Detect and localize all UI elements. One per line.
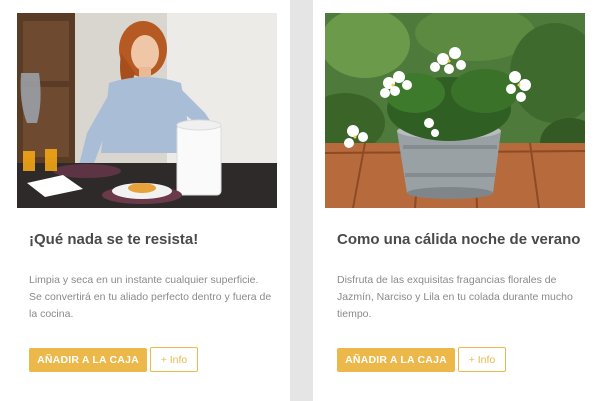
product-description: Disfruta de las exquisitas fragancias fl… <box>337 274 573 320</box>
product-description: Limpia y seca en un instante cualquier s… <box>29 274 272 320</box>
product-image-cleaning[interactable] <box>17 13 277 208</box>
add-to-box-button[interactable]: AÑADIR A LA CAJA <box>29 348 147 372</box>
product-grid: ¡Qué nada se te resista! Limpia y seca e… <box>0 0 600 401</box>
product-title: Como una cálida noche de verano <box>337 231 581 248</box>
add-to-box-button[interactable]: AÑADIR A LA CAJA <box>337 348 455 372</box>
product-image-jasmine[interactable] <box>325 13 585 208</box>
product-title: ¡Qué nada se te resista! <box>29 231 199 248</box>
product-card: Como una cálida noche de verano Disfruta… <box>313 0 600 401</box>
more-info-button[interactable]: + Info <box>458 347 506 372</box>
product-card: ¡Qué nada se te resista! Limpia y seca e… <box>0 0 290 401</box>
more-info-button[interactable]: + Info <box>150 347 198 372</box>
